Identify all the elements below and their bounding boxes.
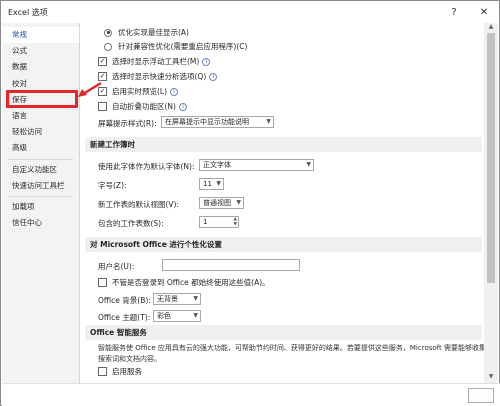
office-background-label: Office 背景(B): (98, 296, 151, 305)
checkbox-unchecked[interactable] (98, 278, 107, 287)
checkbox-label: 选择时显示快速分析选项(Q) (112, 72, 207, 81)
window-title: Excel 选项 (8, 7, 48, 17)
sidebar-item-general[interactable]: 常规 (2, 27, 79, 44)
sidebar-item-advanced[interactable]: 高级 (2, 140, 79, 156)
checkbox-checked[interactable]: ✓ (98, 87, 107, 96)
chevron-down-icon: ▼ (236, 199, 241, 206)
sidebar-item-formulas[interactable]: 公式 (2, 43, 79, 59)
excel-options-dialog: Excel 选项 ? ✕ 常规 公式 数据 校对 保存 语言 轻松访问 高级 自… (0, 0, 500, 406)
options-sidebar: 常规 公式 数据 校对 保存 语言 轻松访问 高级 自定义功能区 快速访问工具栏… (2, 23, 80, 383)
section-header-new-workbook: 新建工作簿时 (85, 137, 482, 152)
info-icon: i (209, 72, 218, 81)
scroll-down-icon[interactable]: ▼ (484, 373, 498, 383)
sidebar-item-accessibility[interactable]: 轻松访问 (2, 124, 79, 140)
sidebar-item-customize-ribbon[interactable]: 自定义功能区 (2, 162, 79, 178)
info-icon: i (202, 57, 211, 66)
font-size-select[interactable]: 11 ▼ (199, 178, 224, 190)
font-label: 使用此字体作为默认字体(N): (98, 162, 195, 171)
check-mini-toolbar[interactable]: ✓ 选择时显示浮动工具栏(M) i (98, 55, 211, 68)
close-icon[interactable]: ✕ (469, 1, 499, 23)
radio-label: 针对兼容性优化(需要重启应用程序)(C) (118, 42, 248, 51)
screentip-select[interactable]: 在屏幕提示中显示功能说明 ▼ (161, 116, 274, 128)
sidebar-item-data[interactable]: 数据 (2, 59, 79, 75)
checkbox-unchecked[interactable] (98, 102, 107, 111)
check-enable-services[interactable]: 启用服务 (98, 365, 142, 378)
annotation-highlight-box (6, 90, 78, 108)
default-font-select[interactable]: 正文字体 ▼ (199, 159, 314, 171)
checkbox-label: 不管是否登录到 Office 都始终使用这些值(A)。 (112, 278, 270, 287)
ok-button[interactable] (468, 388, 494, 403)
checkbox-label: 启用服务 (112, 367, 142, 376)
spinner-arrows-icon[interactable]: ▲ ▼ (234, 217, 237, 227)
office-theme-select[interactable]: 彩色 ▼ (153, 310, 201, 322)
select-value: 无背景 (157, 295, 178, 303)
checkbox-checked[interactable]: ✓ (98, 72, 107, 81)
scroll-up-icon[interactable]: ▲ (484, 23, 498, 33)
sidebar-item-add-ins[interactable]: 加载项 (2, 199, 79, 215)
chevron-down-icon: ▼ (216, 180, 221, 187)
vertical-scrollbar[interactable]: ▲ ▼ (484, 23, 498, 383)
check-live-preview[interactable]: ✓ 启用实时预览(L) i (98, 85, 179, 98)
office-background-select[interactable]: 无背景 ▼ (153, 293, 201, 305)
username-label: 用户名(U): (98, 262, 135, 271)
check-collapse-ribbon[interactable]: 自动折叠功能区(N) i (98, 100, 187, 113)
chevron-down-icon: ▼ (306, 161, 311, 168)
chevron-down-icon: ▼ (193, 312, 198, 319)
sidebar-item-language[interactable]: 语言 (2, 108, 79, 124)
checkbox-checked[interactable]: ✓ (98, 57, 107, 66)
chevron-down-icon: ▼ (193, 295, 198, 302)
spinner-value: 1 (203, 218, 208, 226)
default-view-label: 新工作表的默认视图(V): (98, 200, 180, 209)
radio-optimize-display[interactable]: 优化实现最佳显示(A) (104, 26, 189, 39)
smart-services-description: 智能服务使 Office 应用具有云的强大功能，可帮助节约时间、获得更好的结果。… (98, 344, 484, 363)
checkbox-label: 自动折叠功能区(N) (112, 102, 176, 111)
help-icon[interactable]: ? (439, 1, 469, 23)
sheet-count-label: 包含的工作表数(S): (98, 219, 164, 228)
sidebar-item-trust-center[interactable]: 信任中心 (2, 215, 79, 231)
username-input[interactable] (162, 259, 300, 271)
radio-compat[interactable]: 针对兼容性优化(需要重启应用程序)(C) (104, 40, 247, 53)
radio-button[interactable] (104, 28, 112, 37)
check-quick-analysis[interactable]: ✓ 选择时显示快速分析选项(Q) i (98, 70, 218, 83)
sheet-count-spinner[interactable]: 1 ▲ ▼ (199, 216, 239, 228)
default-view-select[interactable]: 普通视图 ▼ (199, 197, 244, 209)
select-value: 11 (203, 180, 212, 188)
checkbox-label: 选择时显示浮动工具栏(M) (112, 57, 200, 66)
dialog-footer (2, 383, 500, 406)
select-value: 正文字体 (203, 161, 231, 169)
sidebar-divider (8, 158, 73, 160)
check-always-use[interactable]: 不管是否登录到 Office 都始终使用这些值(A)。 (98, 276, 270, 289)
section-header-personalize: 对 Microsoft Office 进行个性化设置 (85, 237, 482, 252)
info-icon: i (178, 102, 187, 111)
select-value: 在屏幕提示中显示功能说明 (165, 118, 249, 126)
info-icon: i (170, 87, 179, 96)
section-header-smart-services: Office 智能服务 (85, 325, 482, 340)
scrollbar-thumb[interactable] (487, 33, 495, 283)
office-theme-label: Office 主题(T): (98, 313, 151, 322)
radio-label: 优化实现最佳显示(A) (118, 28, 189, 37)
radio-button[interactable] (104, 42, 112, 51)
select-value: 彩色 (157, 312, 171, 320)
sidebar-divider (8, 195, 73, 197)
chevron-down-icon: ▼ (266, 118, 271, 125)
checkbox-label: 启用实时预览(L) (112, 87, 168, 96)
select-value: 普通视图 (203, 199, 231, 207)
screentip-label: 屏幕提示样式(R): (98, 119, 157, 128)
options-content: 优化实现最佳显示(A) 针对兼容性优化(需要重启应用程序)(C) ✓ 选择时显示… (82, 23, 484, 383)
checkbox-unchecked[interactable] (98, 367, 107, 376)
title-bar: Excel 选项 ? ✕ (1, 1, 499, 23)
font-size-label: 字号(Z): (98, 181, 127, 190)
sidebar-item-quick-access-toolbar[interactable]: 快速访问工具栏 (2, 178, 79, 194)
